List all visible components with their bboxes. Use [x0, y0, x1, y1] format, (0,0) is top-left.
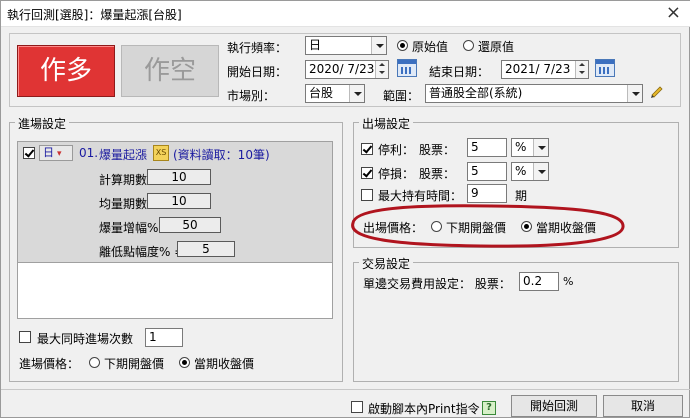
print-label: 啟動腳本內Print指令	[368, 402, 480, 416]
xs-script-icon[interactable]: XS	[153, 145, 169, 161]
max-entries-checkbox[interactable]	[19, 331, 31, 343]
param-value[interactable]: 50	[159, 217, 221, 233]
long-button[interactable]: 作多	[17, 45, 115, 97]
take-profit-stock-label: 股票：	[419, 143, 456, 157]
cancel-button[interactable]: 取消	[603, 395, 683, 417]
stop-loss-input[interactable]: 5	[467, 162, 507, 181]
close-icon[interactable]: ×	[666, 3, 681, 23]
take-profit-checkbox[interactable]	[361, 143, 373, 155]
strategy-data-note: (資料讀取：10筆)	[173, 148, 270, 162]
strategy-freq-value: 日	[43, 146, 54, 159]
take-profit-label: 停利：	[378, 143, 415, 157]
radio-original-label: 原始值	[412, 40, 449, 54]
entry-price-radio-next[interactable]	[89, 357, 100, 368]
entry-price-radio-current[interactable]	[179, 357, 190, 368]
stop-loss-unit-select[interactable]: %	[511, 162, 549, 181]
radio-restore-label: 還原值	[478, 40, 515, 54]
market-select[interactable]: 台股	[305, 84, 365, 103]
strategy-checkbox[interactable]	[23, 147, 35, 159]
help-icon[interactable]: ?	[482, 401, 496, 415]
radio-original[interactable]	[397, 40, 408, 51]
run-backtest-button[interactable]: 開始回測	[511, 395, 597, 417]
entry-price-label: 進場價格：	[19, 357, 80, 371]
stop-loss-checkbox[interactable]	[361, 167, 373, 179]
entry-price-next-label: 下期開盤價	[104, 357, 165, 371]
end-date-value: 2021/ 7/23	[505, 62, 571, 76]
end-date-input[interactable]: 2021/ 7/23	[501, 60, 589, 79]
start-date-spinner[interactable]	[375, 61, 388, 78]
market-label: 市場別：	[227, 89, 276, 103]
chevron-down-icon[interactable]	[627, 85, 642, 102]
stop-loss-unit: %	[515, 164, 527, 178]
chevron-down-icon[interactable]	[533, 139, 548, 156]
strategy-name[interactable]: 爆量起漲	[99, 146, 147, 163]
highlight-ellipse	[351, 204, 625, 248]
exit-settings-title: 出場設定	[359, 115, 414, 132]
market-value: 台股	[309, 86, 334, 100]
title-bar: 執行回測[選股]：爆量起漲[台股] ×	[1, 1, 690, 27]
take-profit-unit-select[interactable]: %	[511, 138, 549, 157]
calendar-icon[interactable]	[595, 59, 615, 77]
stop-loss-label: 停損：	[378, 167, 415, 181]
param-value[interactable]: 5	[177, 241, 235, 257]
entry-strategy-list-empty	[17, 263, 333, 319]
end-date-spinner[interactable]	[575, 61, 588, 78]
strategy-freq-tag[interactable]: 日 ▾	[39, 145, 73, 161]
print-checkbox[interactable]	[351, 401, 363, 413]
window-title: 執行回測[選股]：爆量起漲[台股]	[7, 8, 182, 22]
chevron-down-icon[interactable]	[349, 85, 364, 102]
chevron-down-icon[interactable]	[533, 163, 548, 180]
end-date-label: 結束日期：	[429, 65, 490, 79]
entry-settings-title: 進場設定	[15, 115, 70, 132]
param-value[interactable]: 10	[147, 193, 211, 209]
fee-label: 單邊交易費用設定： 股票：	[363, 277, 511, 291]
freq-label: 執行頻率：	[227, 41, 288, 55]
freq-select[interactable]: 日	[305, 36, 387, 55]
start-date-value: 2020/ 7/23	[309, 62, 375, 76]
backtest-dialog: 執行回測[選股]：爆量起漲[台股] × 作多 作空 執行頻率： 日 原始值 還原…	[0, 0, 690, 418]
pencil-icon[interactable]	[649, 83, 665, 99]
start-date-label: 開始日期：	[227, 65, 288, 79]
entry-price-current-label: 當期收盤價	[194, 357, 255, 371]
max-hold-checkbox[interactable]	[361, 189, 373, 201]
calendar-icon[interactable]	[397, 59, 417, 77]
chevron-down-icon[interactable]	[371, 37, 386, 54]
take-profit-unit: %	[515, 140, 527, 154]
start-date-input[interactable]: 2020/ 7/23	[305, 60, 389, 79]
param-label: 離低點幅度% =	[99, 245, 185, 259]
strategy-index: 01.	[79, 146, 99, 160]
scope-select[interactable]: 普通股全部(系統)	[425, 84, 643, 103]
chevron-down-icon: ▾	[57, 149, 62, 159]
max-entries-label: 最大同時進場次數	[37, 332, 134, 346]
scope-value: 普通股全部(系統)	[429, 86, 523, 100]
trade-settings-title: 交易設定	[359, 255, 414, 272]
freq-value: 日	[309, 38, 322, 52]
short-button[interactable]: 作空	[121, 45, 219, 97]
footer-separator	[1, 389, 690, 390]
param-value[interactable]: 10	[147, 169, 211, 185]
scope-label: 範圍：	[383, 89, 420, 103]
take-profit-input[interactable]: 5	[467, 138, 507, 157]
stop-loss-stock-label: 股票：	[419, 167, 456, 181]
max-entries-input[interactable]: 1	[145, 328, 183, 347]
radio-restore[interactable]	[463, 40, 474, 51]
fee-unit: %	[563, 275, 574, 288]
fee-input[interactable]: 0.2	[519, 272, 559, 291]
